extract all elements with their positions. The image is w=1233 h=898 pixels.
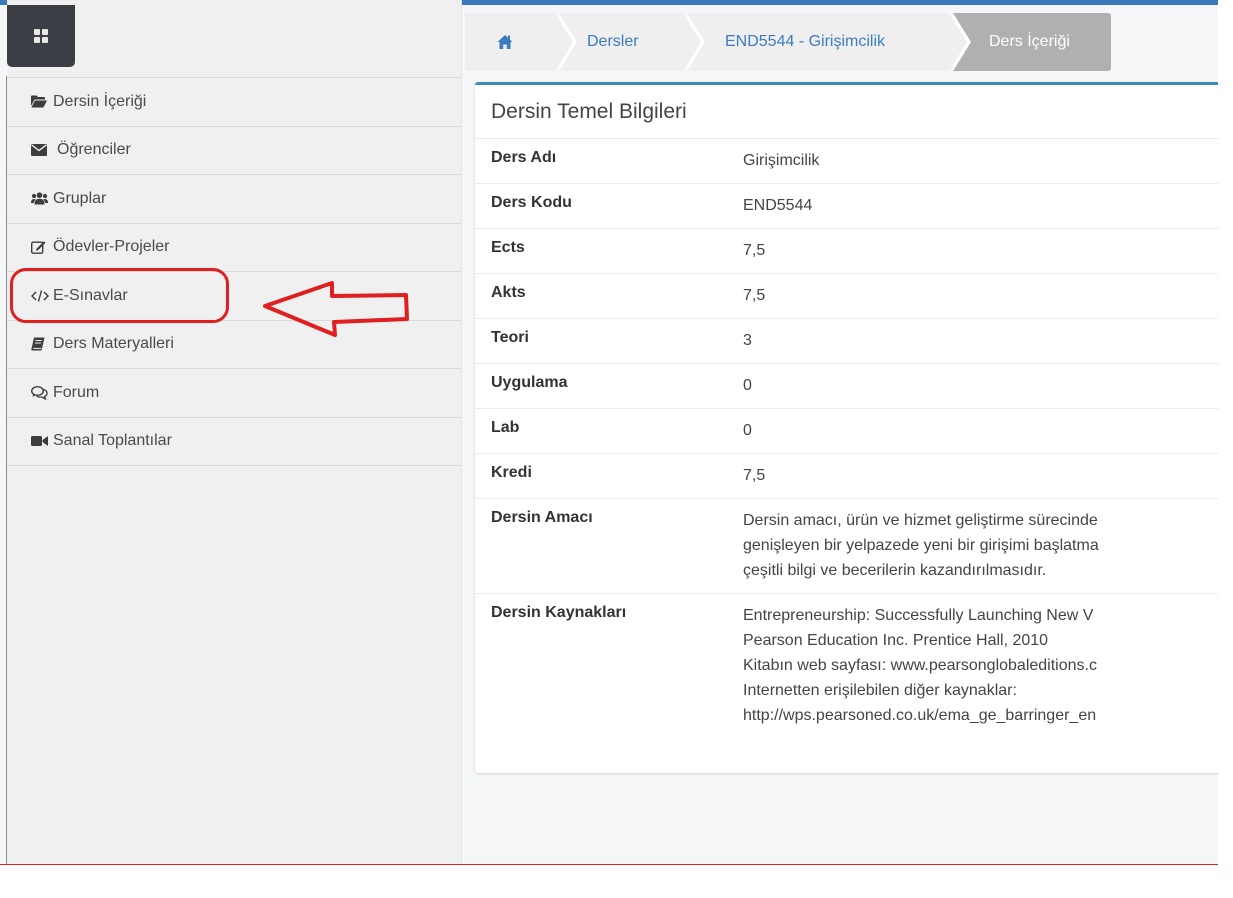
breadcrumb-home[interactable]: [465, 13, 573, 71]
breadcrumb-label: Dersler: [587, 33, 639, 50]
amac-line: genişleyen bir yelpazede yeni bir girişi…: [743, 537, 1099, 554]
row-label: Ders Kodu: [475, 183, 731, 229]
left-arrow-annotation: [263, 281, 409, 337]
table-row: Ders Kodu END5544: [475, 183, 1218, 229]
breadcrumb-dersler[interactable]: Dersler: [559, 13, 701, 71]
sidebar-item-label: Ders Materyalleri: [53, 335, 174, 353]
amac-line: Dersin amacı, ürün ve hizmet geliştirme …: [743, 512, 1098, 529]
kaynak-line: Pearson Education Inc. Prentice Hall, 20…: [743, 632, 1049, 649]
row-label: Ects: [475, 228, 731, 274]
course-info-table: Ders Adı Girişimcilik Ders Kodu END5544 …: [475, 139, 1218, 738]
sidebar-item-ogrenciler[interactable]: Öğrenciler: [7, 127, 461, 175]
table-row: Ders Adı Girişimcilik: [475, 139, 1218, 184]
folder-open-icon: [31, 95, 53, 108]
sidebar-item-label: Gruplar: [53, 189, 107, 207]
row-value: Girişimcilik: [731, 139, 1218, 184]
bottom-border: [0, 864, 1218, 865]
app-frame: Dersin İçeriği Öğrenciler Gruplar Ödevle…: [0, 0, 1218, 865]
row-value: 7,5: [731, 453, 1218, 499]
row-label: Teori: [475, 318, 731, 364]
row-value: 0: [731, 408, 1218, 454]
sidebar-item-dersin-icerigi[interactable]: Dersin İçeriği: [7, 78, 461, 127]
amac-line: çeşitli bilgi ve becerilerin kazandırılm…: [743, 562, 1047, 579]
users-icon: [31, 192, 53, 205]
row-value: Dersin amacı, ürün ve hizmet geliştirme …: [731, 498, 1218, 594]
sidebar-item-forum[interactable]: Forum: [7, 369, 461, 418]
table-row: Lab 0: [475, 408, 1218, 454]
row-label: Lab: [475, 408, 731, 454]
highlight-oval: [10, 268, 229, 323]
sidebar-item-label: Sanal Toplantılar: [53, 432, 172, 450]
sidebar-item-label: Dersin İçeriği: [53, 92, 147, 110]
row-label: Dersin Kaynakları: [491, 604, 627, 621]
breadcrumb-course[interactable]: END5544 - Girişimcilik: [687, 13, 967, 71]
breadcrumb-label: END5544 - Girişimcilik: [725, 33, 886, 50]
table-row: Ects 7,5: [475, 228, 1218, 274]
sidebar-item-label: Ödevler-Projeler: [53, 238, 170, 256]
kaynak-line: Internetten erişilebilen diğer kaynaklar…: [743, 682, 1017, 699]
breadcrumb-current: Ders İçeriği: [953, 13, 1111, 71]
row-label: Ders Adı: [475, 139, 731, 184]
table-row: Uygulama 0: [475, 363, 1218, 409]
row-label: Uygulama: [475, 363, 731, 409]
table-row: Akts 7,5: [475, 273, 1218, 319]
sidebar: Dersin İçeriği Öğrenciler Gruplar Ödevle…: [7, 0, 462, 864]
breadcrumb: Dersler END5544 - Girişimcilik Ders İçer…: [465, 13, 1111, 71]
row-label: Dersin Amacı: [475, 498, 731, 594]
main-content: Dersler END5544 - Girişimcilik Ders İçer…: [462, 5, 1218, 864]
breadcrumb-label: Ders İçeriği: [989, 33, 1070, 50]
kaynak-line: Entrepreneurship: Successfully Launching…: [743, 607, 1094, 624]
sidebar-item-label: Öğrenciler: [57, 141, 131, 159]
left-border: [6, 76, 7, 865]
panel-title: Dersin Temel Bilgileri: [475, 85, 1218, 139]
table-row: Teori 3: [475, 318, 1218, 364]
comments-icon: [31, 385, 53, 400]
edit-icon: [31, 240, 53, 255]
sidebar-item-odevler-projeler[interactable]: Ödevler-Projeler: [7, 224, 461, 272]
apps-menu-button[interactable]: [7, 5, 75, 67]
sidebar-item-label: Forum: [53, 383, 100, 401]
row-value: 3: [731, 318, 1218, 364]
table-row: Dersin Kaynakları Entrepreneurship: Succ…: [475, 594, 1218, 739]
row-value: Entrepreneurship: Successfully Launching…: [731, 594, 1218, 739]
sidebar-item-gruplar[interactable]: Gruplar: [7, 175, 461, 224]
row-value: END5544: [731, 183, 1218, 229]
sidebar-item-sanal-toplantilar[interactable]: Sanal Toplantılar: [7, 418, 461, 466]
course-info-panel: Dersin Temel Bilgileri Ders Adı Girişimc…: [475, 82, 1218, 773]
row-value: 7,5: [731, 228, 1218, 274]
home-icon: [497, 35, 513, 49]
row-value: 7,5: [731, 273, 1218, 319]
video-camera-icon: [31, 435, 53, 447]
grid-icon: [34, 29, 48, 43]
kaynak-line: Kitabın web sayfası: www.pearsonglobaled…: [743, 657, 1097, 674]
row-label: Kredi: [475, 453, 731, 499]
row-label: Akts: [475, 273, 731, 319]
kaynak-line: http://wps.pearsoned.co.uk/ema_ge_barrin…: [743, 707, 1097, 724]
row-value: 0: [731, 363, 1218, 409]
table-row: Kredi 7,5: [475, 453, 1218, 499]
book-icon: [31, 337, 53, 351]
table-row: Dersin Amacı Dersin amacı, ürün ve hizme…: [475, 498, 1218, 594]
envelope-icon: [31, 144, 57, 157]
